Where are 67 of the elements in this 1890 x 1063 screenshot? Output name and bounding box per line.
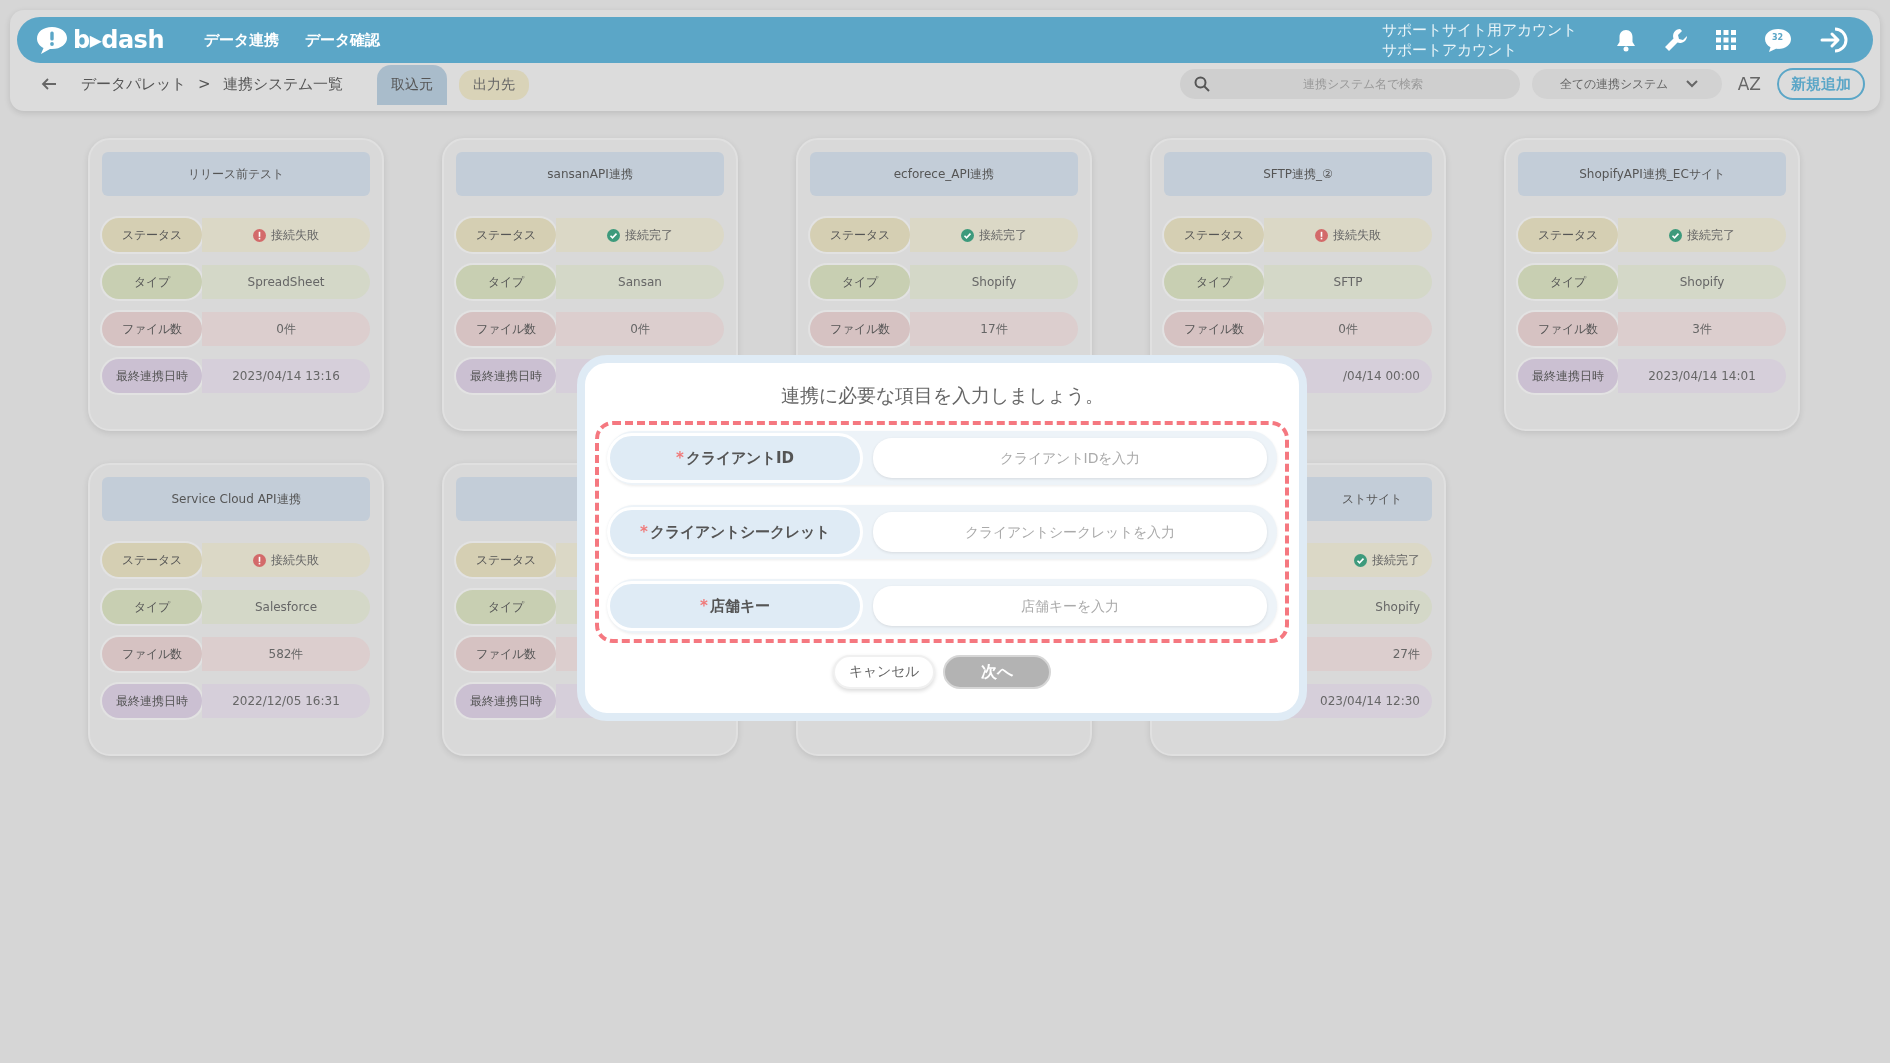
field-value: SFTP xyxy=(1333,275,1363,289)
breadcrumb-item: データパレット xyxy=(81,74,186,94)
field-value: 接続完了 xyxy=(625,226,673,244)
field-value: 0件 xyxy=(1338,320,1358,338)
field-value: 接続完了 xyxy=(1687,226,1735,244)
field-value: Shopify xyxy=(971,275,1017,289)
field-value: 接続失敗 xyxy=(271,226,319,244)
field-value: Salesforce xyxy=(254,600,318,614)
field-value: 2022/12/05 16:31 xyxy=(232,694,340,708)
breadcrumb-item: > xyxy=(198,75,211,93)
field-value: Shopify xyxy=(1375,600,1420,614)
field-label: ファイル数 xyxy=(102,637,202,671)
field-value: 接続失敗 xyxy=(271,551,319,569)
field-label: ファイル数 xyxy=(102,312,202,346)
field-label: ファイル数 xyxy=(1518,312,1618,346)
field-value: 接続失敗 xyxy=(1333,226,1381,244)
card-title: ShopifyAPI連携_ECサイト xyxy=(1579,165,1725,183)
field-label: *クライアントID xyxy=(607,433,863,483)
field-label: タイプ xyxy=(456,265,556,299)
field-label: ファイル数 xyxy=(810,312,910,346)
field-label: ステータス xyxy=(456,218,556,252)
card-title: リリース前テスト xyxy=(188,165,284,183)
field-label: 最終連携日時 xyxy=(456,359,556,393)
field-label: ステータス xyxy=(810,218,910,252)
field-value: 3件 xyxy=(1692,320,1712,338)
field-label: 最終連携日時 xyxy=(456,684,556,718)
field-label: 最終連携日時 xyxy=(102,684,202,718)
field-label: タイプ xyxy=(102,265,202,299)
field-label: タイプ xyxy=(1164,265,1264,299)
field-label: 最終連携日時 xyxy=(1518,359,1618,393)
field-value: SpreadSheet xyxy=(247,275,325,289)
card-title: ストサイト xyxy=(1342,490,1402,508)
field-label: *クライアントシークレット xyxy=(607,507,863,557)
field-label: タイプ xyxy=(456,590,556,624)
card-title: Service Cloud API連携 xyxy=(171,490,301,508)
field-label: ファイル数 xyxy=(456,312,556,346)
field-label: タイプ xyxy=(810,265,910,299)
field-value: 2023/04/14 13:16 xyxy=(232,369,340,383)
field-value: 0件 xyxy=(630,320,650,338)
field-label: ステータス xyxy=(1518,218,1618,252)
field-label: 最終連携日時 xyxy=(102,359,202,393)
field-label: ファイル数 xyxy=(1164,312,1264,346)
field-value: 27件 xyxy=(1392,645,1420,663)
card-title: ecforece_API連携 xyxy=(893,165,995,183)
field-value: 582件 xyxy=(268,645,304,663)
field-value: Shopify xyxy=(1679,275,1725,289)
breadcrumb-item: 連携システム一覧 xyxy=(222,74,343,94)
field-label: ステータス xyxy=(1164,218,1264,252)
account-name: サポートサイト用アカウント xyxy=(1382,20,1577,40)
card-title: sansanAPI連携 xyxy=(547,165,633,183)
field-value: /04/14 00:00 xyxy=(1342,369,1420,383)
field-value: 0件 xyxy=(276,320,296,338)
field-label: ステータス xyxy=(456,543,556,577)
field-label: *店舗キー xyxy=(607,581,863,631)
field-label: ファイル数 xyxy=(456,637,556,671)
field-value: 接続完了 xyxy=(1372,551,1420,569)
field-value: 023/04/14 12:30 xyxy=(1320,694,1420,708)
field-value: 2023/04/14 14:01 xyxy=(1648,369,1756,383)
field-value: 17件 xyxy=(980,320,1008,338)
field-value: Sansan xyxy=(618,275,662,289)
account-name: サポートアカウント xyxy=(1382,40,1518,60)
field-label: ステータス xyxy=(102,543,202,577)
field-label: ステータス xyxy=(102,218,202,252)
field-label: タイプ xyxy=(1518,265,1618,299)
field-label: タイプ xyxy=(102,590,202,624)
field-value: 接続完了 xyxy=(979,226,1027,244)
card-title: SFTP連携_② xyxy=(1263,165,1333,183)
